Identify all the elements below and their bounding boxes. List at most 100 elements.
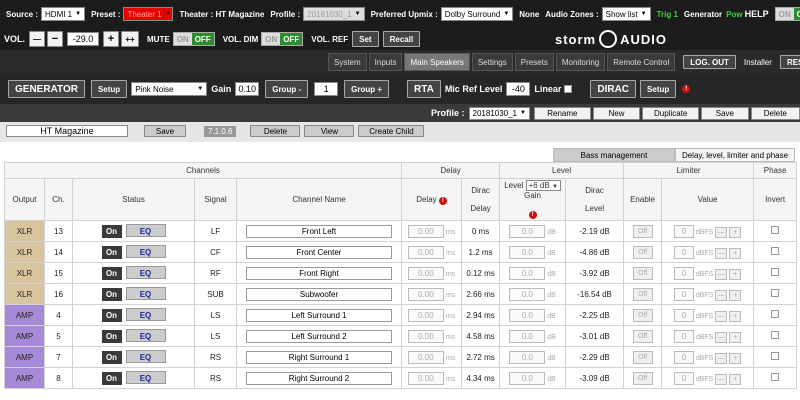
eq-button[interactable]: EQ bbox=[125, 350, 166, 363]
group-plus-button[interactable]: Group + bbox=[344, 80, 389, 98]
limiter-value-input[interactable]: 0 bbox=[673, 224, 694, 238]
tab-remote-control[interactable]: Remote Control bbox=[607, 53, 676, 71]
power-label[interactable]: Pow bbox=[726, 10, 742, 19]
level-input[interactable]: 0.0 bbox=[509, 371, 546, 385]
level-input[interactable]: 0.0 bbox=[509, 266, 546, 280]
limiter-minus-button[interactable]: — bbox=[715, 331, 728, 343]
limiter-plus-button[interactable]: + bbox=[729, 331, 742, 343]
channel-name-input[interactable]: Front Right bbox=[246, 266, 393, 280]
tab-inputs[interactable]: Inputs bbox=[368, 53, 403, 71]
limiter-plus-button[interactable]: + bbox=[729, 373, 742, 385]
limiter-value-input[interactable]: 0 bbox=[673, 287, 694, 301]
delete-button[interactable]: Delete bbox=[750, 106, 800, 120]
invert-checkbox[interactable] bbox=[771, 352, 780, 360]
create-child-button[interactable]: Create Child bbox=[358, 125, 425, 137]
group-input[interactable]: 1 bbox=[314, 82, 339, 96]
vol-down-fast-button[interactable]: — bbox=[29, 31, 46, 47]
invert-checkbox[interactable] bbox=[771, 373, 780, 381]
invert-checkbox[interactable] bbox=[771, 226, 780, 234]
generator-label[interactable]: Generator bbox=[684, 10, 722, 19]
eq-button[interactable]: EQ bbox=[125, 266, 166, 279]
delay-input[interactable]: 0.00 bbox=[407, 224, 444, 238]
on-button[interactable]: On bbox=[101, 288, 122, 301]
limiter-value-input[interactable]: 0 bbox=[673, 308, 694, 322]
logout-button[interactable]: LOG. OUT bbox=[683, 55, 736, 69]
source-select[interactable]: HDMI 1 ▼ bbox=[41, 7, 86, 21]
vol-ref-set-button[interactable]: Set bbox=[352, 31, 379, 47]
invert-checkbox[interactable] bbox=[771, 331, 780, 339]
preset-name-input[interactable]: HT Magazine bbox=[6, 125, 128, 137]
tab-presets[interactable]: Presets bbox=[514, 53, 554, 71]
channel-name-input[interactable]: Right Surround 2 bbox=[246, 371, 393, 385]
profile-select[interactable]: 20181030_1 ▼ bbox=[303, 7, 365, 21]
limiter-minus-button[interactable]: — bbox=[715, 226, 728, 238]
channel-name-input[interactable]: Subwoofer bbox=[246, 287, 393, 301]
limiter-value-input[interactable]: 0 bbox=[673, 266, 694, 280]
limiter-plus-button[interactable]: + bbox=[729, 289, 742, 301]
delay-input[interactable]: 0.00 bbox=[407, 287, 444, 301]
limiter-value-input[interactable]: 0 bbox=[673, 371, 694, 385]
limiter-enable-button[interactable]: Off bbox=[632, 371, 653, 385]
preset-delete-button[interactable]: Delete bbox=[250, 125, 301, 137]
tab-settings[interactable]: Settings bbox=[471, 53, 513, 71]
save-button[interactable]: Save bbox=[701, 106, 749, 120]
limiter-minus-button[interactable]: — bbox=[715, 373, 728, 385]
limiter-value-input[interactable]: 0 bbox=[673, 245, 694, 259]
invert-checkbox[interactable] bbox=[771, 247, 780, 255]
vol-input[interactable]: -29.0 bbox=[67, 32, 100, 46]
limiter-plus-button[interactable]: + bbox=[729, 268, 742, 280]
vol-dim-toggle[interactable]: ON OFF bbox=[261, 32, 304, 46]
delay-input[interactable]: 0.00 bbox=[407, 329, 444, 343]
invert-checkbox[interactable] bbox=[771, 268, 780, 276]
tab-system[interactable]: System bbox=[328, 53, 367, 71]
help-label[interactable]: HELP bbox=[745, 9, 769, 19]
limiter-value-input[interactable]: 0 bbox=[673, 350, 694, 364]
limiter-enable-button[interactable]: Off bbox=[632, 245, 653, 259]
preset-save-button[interactable]: Save bbox=[144, 125, 186, 137]
new-button[interactable]: New bbox=[592, 106, 641, 120]
generator-setup-button[interactable]: Setup bbox=[90, 80, 128, 98]
on-button[interactable]: On bbox=[101, 372, 122, 385]
tab-main-speakers[interactable]: Main Speakers bbox=[404, 53, 470, 71]
limiter-enable-button[interactable]: Off bbox=[632, 224, 653, 238]
channel-name-input[interactable]: Right Surround 1 bbox=[246, 350, 393, 364]
duplicate-button[interactable]: Duplicate bbox=[642, 106, 700, 120]
rename-button[interactable]: Rename bbox=[533, 106, 591, 120]
delay-input[interactable]: 0.00 bbox=[407, 245, 444, 259]
channel-name-input[interactable]: Left Surround 1 bbox=[246, 308, 393, 322]
limiter-enable-button[interactable]: Off bbox=[632, 266, 653, 280]
limiter-enable-button[interactable]: Off bbox=[632, 329, 653, 343]
limiter-minus-button[interactable]: — bbox=[715, 268, 728, 280]
level-input[interactable]: 0.0 bbox=[509, 308, 546, 322]
invert-checkbox[interactable] bbox=[771, 310, 780, 318]
level-input[interactable]: 0.0 bbox=[509, 224, 546, 238]
delay-input[interactable]: 0.00 bbox=[407, 266, 444, 280]
audio-zones-select[interactable]: Show list ▼ bbox=[601, 7, 651, 21]
eq-button[interactable]: EQ bbox=[125, 287, 166, 300]
tab-monitoring[interactable]: Monitoring bbox=[555, 53, 606, 71]
limiter-plus-button[interactable]: + bbox=[729, 226, 742, 238]
eq-button[interactable]: EQ bbox=[125, 308, 166, 321]
limiter-plus-button[interactable]: + bbox=[729, 310, 742, 322]
limiter-value-input[interactable]: 0 bbox=[673, 329, 694, 343]
level-input[interactable]: 0.0 bbox=[509, 329, 546, 343]
installer-label[interactable]: Installer bbox=[744, 58, 772, 67]
delay-input[interactable]: 0.00 bbox=[407, 371, 444, 385]
tab-delay-level-limiter-phase[interactable]: Delay, level, limiter and phase bbox=[675, 148, 795, 162]
limiter-plus-button[interactable]: + bbox=[729, 352, 742, 364]
vol-up-button[interactable]: + bbox=[103, 31, 120, 47]
on-button[interactable]: On bbox=[101, 246, 122, 259]
mute-toggle[interactable]: ON OFF bbox=[172, 32, 215, 46]
vol-ref-recall-button[interactable]: Recall bbox=[382, 31, 421, 47]
limiter-minus-button[interactable]: — bbox=[715, 352, 728, 364]
level-input[interactable]: 0.0 bbox=[509, 350, 546, 364]
dirac-setup-button[interactable]: Setup bbox=[640, 80, 677, 98]
invert-checkbox[interactable] bbox=[771, 289, 780, 297]
level-input[interactable]: 0.0 bbox=[509, 245, 546, 259]
noise-select[interactable]: Pink Noise ▼ bbox=[131, 82, 208, 96]
limiter-enable-button[interactable]: Off bbox=[632, 308, 653, 322]
channel-name-input[interactable]: Front Center bbox=[246, 245, 393, 259]
vol-up-fast-button[interactable]: ++ bbox=[121, 31, 140, 47]
on-button[interactable]: On bbox=[101, 309, 122, 322]
channel-name-input[interactable]: Front Left bbox=[246, 224, 393, 238]
